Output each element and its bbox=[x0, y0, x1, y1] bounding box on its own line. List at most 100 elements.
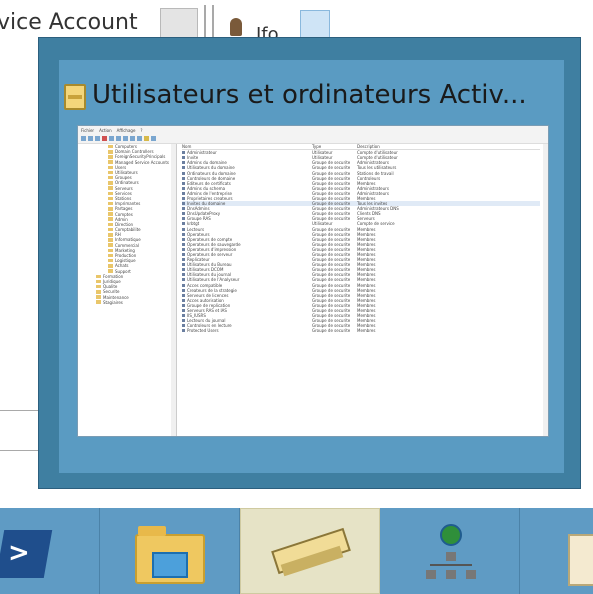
taskbar: > bbox=[0, 508, 593, 594]
find-icon bbox=[151, 136, 156, 141]
user-icon bbox=[182, 207, 185, 211]
filter-icon bbox=[144, 136, 149, 141]
network-node-icon bbox=[446, 570, 456, 579]
thumbnail-list: Nom Type Description Administrateur Utilisat… bbox=[182, 144, 540, 436]
folder-icon bbox=[108, 165, 113, 170]
user-icon bbox=[182, 263, 185, 267]
menu-item: Action bbox=[99, 127, 112, 133]
user-icon bbox=[182, 273, 185, 277]
help-icon bbox=[123, 136, 128, 141]
active-directory-icon bbox=[64, 84, 86, 110]
folder-icon bbox=[96, 279, 101, 284]
user-icon bbox=[182, 324, 185, 328]
folder-icon bbox=[108, 170, 113, 175]
user-icon bbox=[182, 314, 185, 318]
user-icon bbox=[182, 161, 185, 165]
folder-icon bbox=[108, 150, 113, 154]
network-node-icon bbox=[446, 552, 456, 561]
user-icon bbox=[182, 293, 185, 297]
user-icon bbox=[182, 181, 185, 185]
taskbar-button-file-explorer[interactable] bbox=[100, 508, 240, 594]
user-icon bbox=[182, 303, 185, 307]
user-icon bbox=[182, 283, 185, 287]
user-icon bbox=[182, 232, 185, 236]
user-icon bbox=[182, 217, 185, 221]
background-button[interactable] bbox=[160, 8, 198, 38]
window-thumbnail[interactable]: Fichier Action Affichage ? Computers Doma… bbox=[77, 125, 549, 437]
background-window-title: vice Account bbox=[0, 10, 138, 35]
column-header[interactable]: Nom bbox=[182, 144, 312, 149]
background-selection bbox=[300, 10, 330, 40]
network-branch-icon bbox=[430, 564, 472, 566]
folder-icon bbox=[96, 290, 101, 294]
folder-icon bbox=[108, 233, 113, 237]
menu-item: Affichage bbox=[116, 127, 136, 133]
preview-title: Utilisateurs et ordinateurs Activ... bbox=[92, 80, 527, 110]
user-icon bbox=[182, 196, 185, 200]
column-header[interactable]: Description bbox=[357, 144, 417, 149]
user-icon bbox=[182, 258, 185, 262]
user-icon bbox=[182, 242, 185, 246]
user-icon bbox=[182, 191, 185, 195]
user-icon bbox=[182, 309, 185, 313]
user-icon bbox=[182, 171, 185, 175]
thumbnail-tree: Computers Domain Controllers ForeignSecuri… bbox=[78, 144, 177, 436]
folder-icon bbox=[108, 191, 113, 196]
folder-icon bbox=[108, 175, 113, 180]
user-icon bbox=[182, 298, 185, 302]
back-icon bbox=[81, 136, 86, 141]
list-scrollbar bbox=[543, 144, 548, 436]
user-icon bbox=[182, 278, 185, 282]
powershell-chevron-icon: > bbox=[8, 538, 30, 568]
column-header[interactable]: Type bbox=[312, 144, 357, 149]
taskbar-button-network[interactable] bbox=[380, 508, 520, 594]
folder-icon bbox=[108, 155, 113, 159]
background-divider bbox=[212, 5, 214, 37]
list-cell: Protected Users bbox=[182, 328, 312, 333]
user-icon bbox=[182, 202, 185, 206]
list-cell: Membres bbox=[357, 328, 376, 334]
tree-item[interactable]: Stagiaires bbox=[78, 300, 176, 305]
list-row[interactable]: Protected Users Groupe de securite Membres bbox=[182, 328, 540, 333]
background-divider bbox=[204, 5, 206, 37]
folder-icon bbox=[108, 227, 113, 232]
user-icon bbox=[182, 268, 185, 272]
user-icon bbox=[182, 166, 185, 170]
user-icon bbox=[182, 237, 185, 241]
background-divider bbox=[0, 450, 38, 451]
group-icon bbox=[137, 136, 142, 141]
folder-icon bbox=[96, 295, 101, 299]
document-icon bbox=[568, 534, 593, 586]
menu-item: ? bbox=[140, 127, 143, 133]
user-icon bbox=[182, 156, 185, 160]
taskbar-button-powershell[interactable]: > bbox=[0, 508, 100, 594]
tree-item-label: Stagiaires bbox=[103, 299, 123, 305]
user-icon bbox=[182, 222, 185, 226]
user-icon bbox=[182, 212, 185, 216]
folder-icon bbox=[108, 253, 113, 258]
list-cell-text: Protected Users bbox=[187, 328, 219, 334]
folder-icon bbox=[108, 196, 113, 201]
folder-icon bbox=[108, 160, 113, 164]
taskbar-button-document[interactable] bbox=[520, 508, 593, 594]
network-node-icon bbox=[466, 570, 476, 579]
user-icon bbox=[230, 18, 242, 36]
folder-icon bbox=[108, 207, 113, 211]
forward-icon bbox=[88, 136, 93, 141]
user-icon bbox=[182, 253, 185, 257]
folder-icon bbox=[96, 300, 101, 304]
taskbar-button-active-directory[interactable] bbox=[240, 508, 380, 594]
user-icon bbox=[182, 151, 185, 155]
user-icon bbox=[182, 176, 185, 180]
user-icon bbox=[182, 319, 185, 323]
list-cell: Groupe de securite bbox=[312, 328, 351, 334]
thumbnail-menubar: Fichier Action Affichage ? bbox=[78, 126, 548, 134]
folder-icon bbox=[108, 243, 113, 247]
folder-icon bbox=[95, 136, 100, 141]
user-icon bbox=[182, 288, 185, 292]
menu-item: Fichier bbox=[81, 127, 95, 133]
thumbnail-toolbar bbox=[78, 134, 548, 144]
network-globe-icon bbox=[440, 524, 462, 546]
network-node-icon bbox=[426, 570, 436, 579]
folder-icon bbox=[108, 269, 113, 273]
